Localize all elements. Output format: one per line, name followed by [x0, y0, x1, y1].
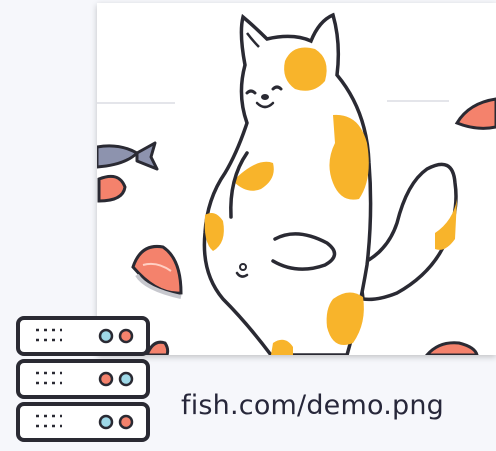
cat-patch	[284, 47, 327, 91]
server-rack-unit	[16, 316, 150, 356]
fish-icon	[97, 141, 159, 171]
salmon-slice-icon	[454, 97, 496, 130]
server-rack-unit	[16, 402, 150, 442]
cat-illustration	[97, 12, 496, 355]
image-preview-card[interactable]	[97, 3, 496, 355]
image-url-link[interactable]: fish.com/demo.png	[181, 390, 444, 421]
salmon-slice-icon	[131, 244, 183, 299]
salmon-slice-icon	[425, 341, 479, 355]
server-rack-unit	[16, 359, 150, 399]
salmon-slice-icon	[97, 174, 127, 203]
server-icon	[14, 314, 152, 448]
cat-patch	[326, 292, 364, 345]
